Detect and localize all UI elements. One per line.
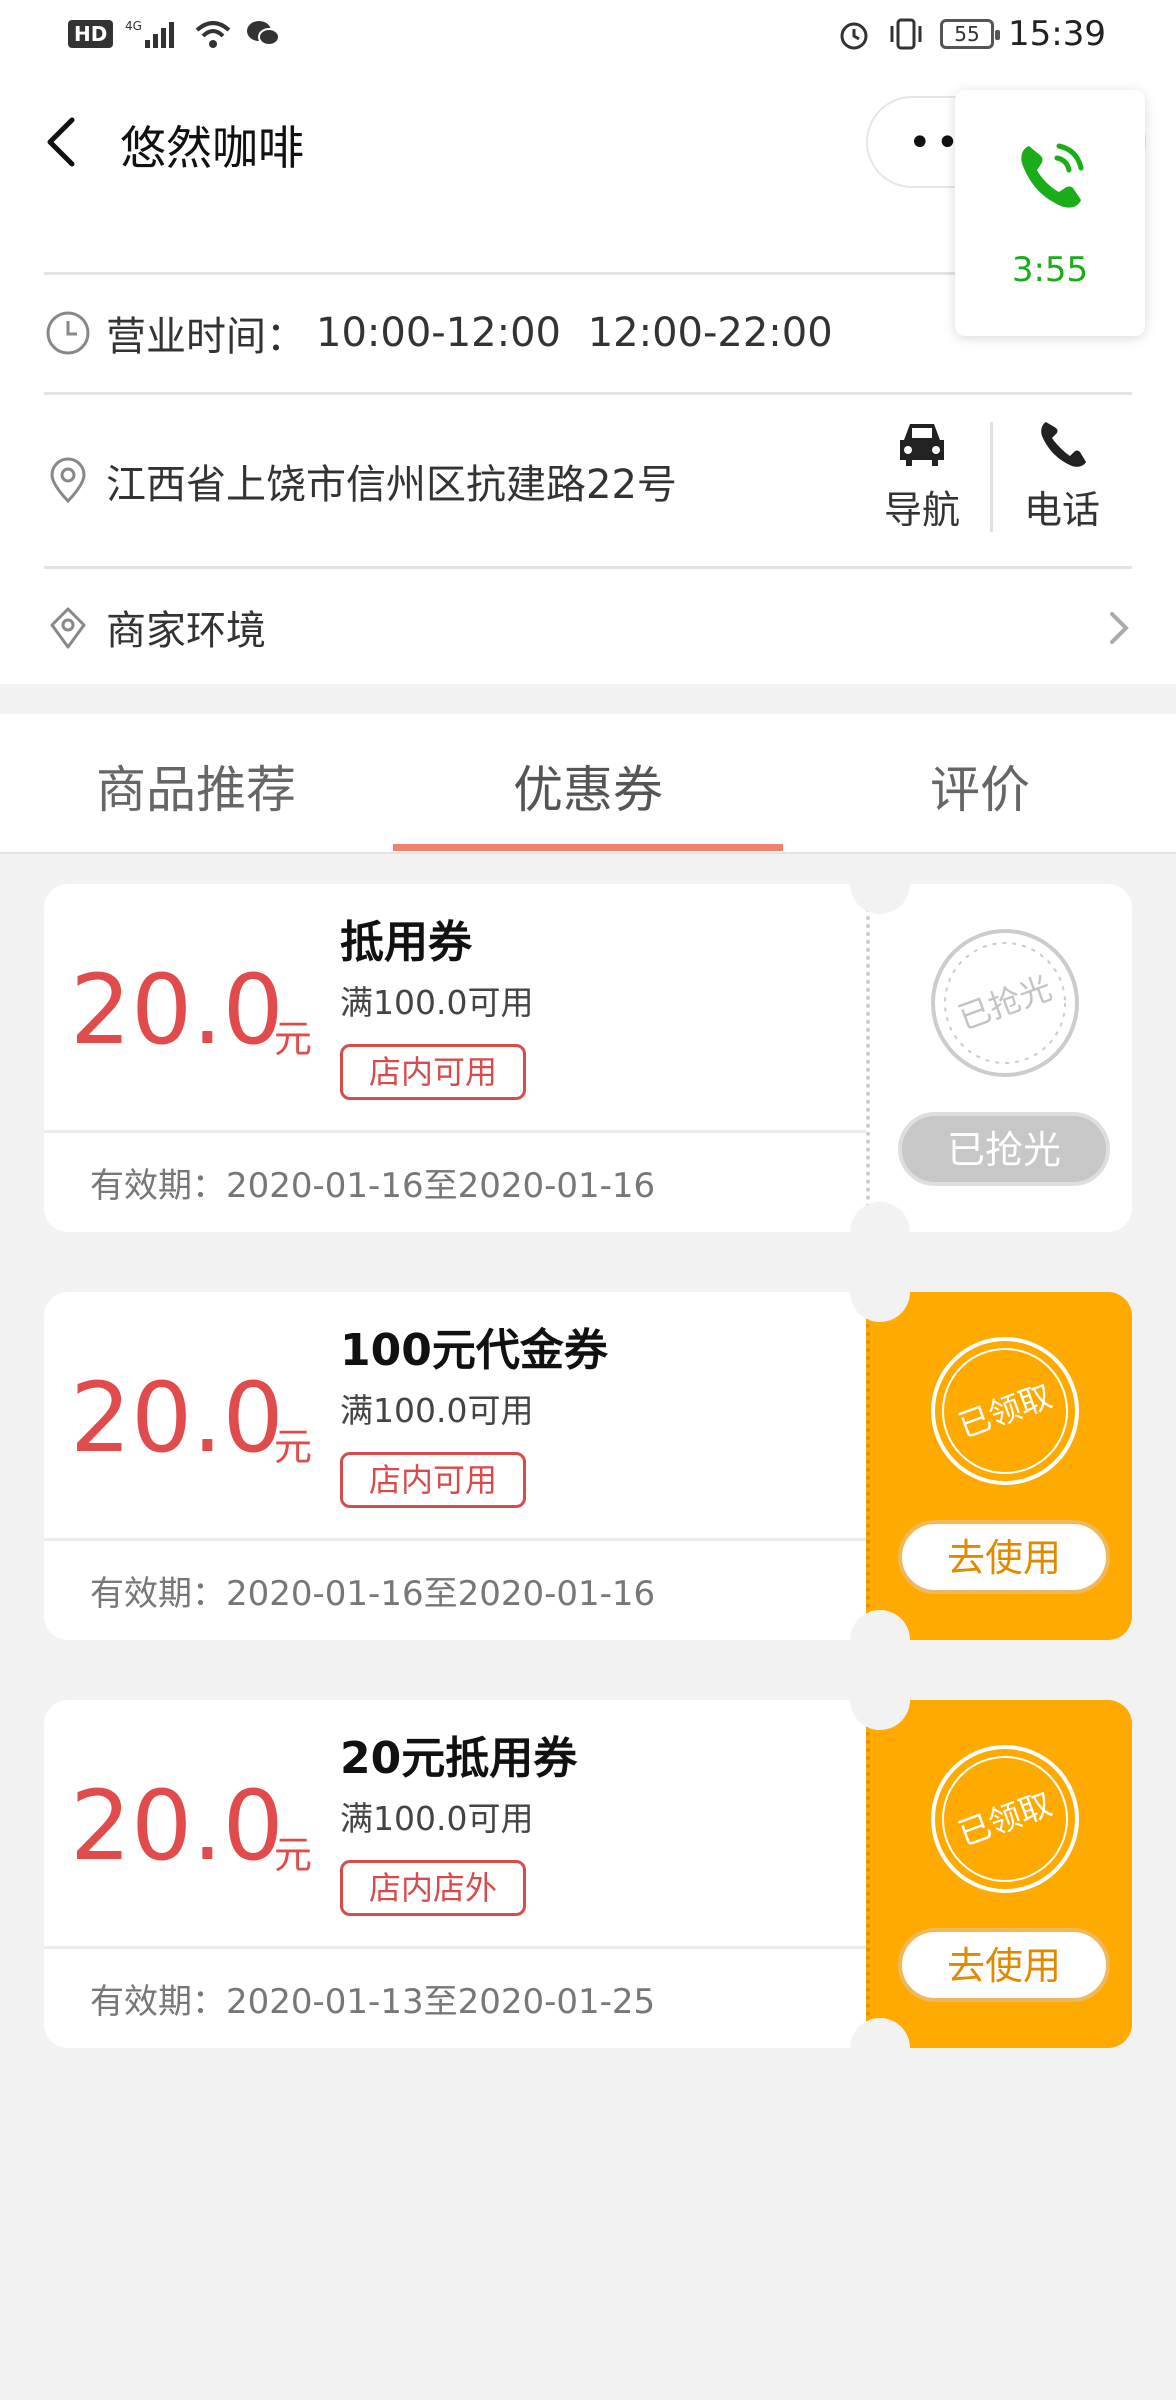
clock: 15:39 xyxy=(1008,14,1106,54)
navigate-label: 导航 xyxy=(883,488,960,532)
signal-icon: 4G xyxy=(125,19,175,48)
car-icon xyxy=(900,424,944,466)
coupon-amount: 20.0 xyxy=(70,1770,284,1882)
business-hours-row: 营业时间： 10:00-12:00 12:00-22:00 xyxy=(44,304,833,362)
chevron-right-icon[interactable] xyxy=(1104,608,1134,648)
svg-text:4G: 4G xyxy=(125,19,142,33)
environment-row[interactable]: 商家环境 xyxy=(44,598,266,656)
coupon-name: 20元抵用券 xyxy=(340,1733,578,1784)
status-bar: HD 4G 55 15:39 xyxy=(0,0,1176,72)
environment-label: 商家环境 xyxy=(106,608,266,654)
chevron-left-icon xyxy=(47,117,75,167)
navigate-button[interactable]: 导航 xyxy=(876,418,968,534)
address-text: 江西省上饶市信州区抗建路22号 xyxy=(106,462,677,508)
divider xyxy=(44,1130,866,1133)
call-float-widget[interactable]: 3:55 xyxy=(955,90,1145,336)
clock-icon xyxy=(46,311,90,355)
coupon-unit: 元 xyxy=(274,1833,313,1877)
ticket-notch xyxy=(850,1202,910,1262)
hd-badge: HD xyxy=(68,20,114,48)
coupon-action-panel: 已抢光 已抢光 xyxy=(866,884,1132,1232)
call-duration: 3:55 xyxy=(1011,250,1089,290)
alarm-icon xyxy=(840,22,868,50)
coupon-name: 100元代金券 xyxy=(340,1325,608,1376)
coupon-amount: 20.0 xyxy=(70,1362,284,1474)
phone-call-icon xyxy=(1021,143,1084,208)
svg-text:已抢光: 已抢光 xyxy=(953,969,1056,1038)
address-row[interactable]: 江西省上饶市信州区抗建路22号 xyxy=(44,452,677,510)
coupon-unit: 元 xyxy=(274,1017,313,1061)
divider xyxy=(44,392,1132,395)
action-separator xyxy=(990,422,993,532)
coupon-condition: 满100.0可用 xyxy=(340,1391,534,1430)
svg-text:已领取: 已领取 xyxy=(953,1785,1056,1854)
back-button[interactable] xyxy=(38,112,88,172)
ticket-notch xyxy=(850,1670,910,1730)
wifi-icon xyxy=(196,21,231,48)
claimed-stamp-icon: 已领取 xyxy=(931,1745,1079,1893)
use-coupon-button[interactable]: 去使用 xyxy=(898,1520,1110,1594)
coupon-body: 20.0 元 抵用券 满100.0可用 店内可用 有效期：2020-01-16至… xyxy=(44,884,866,1232)
status-right: 55 15:39 xyxy=(836,14,1106,54)
hours-label: 营业时间： xyxy=(106,314,306,360)
svg-text:已领取: 已领取 xyxy=(953,1377,1056,1446)
coupon-amount: 20.0 xyxy=(70,954,284,1066)
coupon-action-panel: 已领取 去使用 xyxy=(866,1700,1132,2048)
use-coupon-button[interactable]: 去使用 xyxy=(898,1928,1110,2002)
coupon-action-panel: 已领取 去使用 xyxy=(866,1292,1132,1640)
sold-out-button[interactable]: 已抢光 xyxy=(898,1112,1110,1186)
ticket-notch xyxy=(850,2018,910,2078)
call-label: 电话 xyxy=(1023,488,1100,532)
coupon-validity: 有效期：2020-01-13至2020-01-25 xyxy=(90,1982,656,2022)
sold-out-stamp-icon: 已抢光 xyxy=(931,929,1079,1077)
location-pin-icon xyxy=(50,457,86,504)
hours-value: 10:00-12:00 12:00-22:00 xyxy=(316,310,833,356)
call-button[interactable]: 电话 xyxy=(1016,418,1108,534)
claimed-stamp-icon: 已领取 xyxy=(931,1337,1079,1485)
divider xyxy=(44,1538,866,1541)
coupon-unit: 元 xyxy=(274,1425,313,1469)
coupon-condition: 满100.0可用 xyxy=(340,983,534,1022)
divider xyxy=(44,1946,866,1949)
coupon-body: 20.0 元 20元抵用券 满100.0可用 店内店外 有效期：2020-01-… xyxy=(44,1700,866,2048)
coupon-card: 20.0 元 20元抵用券 满100.0可用 店内店外 有效期：2020-01-… xyxy=(44,1670,1132,2078)
ticket-notch xyxy=(850,1610,910,1670)
tab-reviews[interactable]: 评价 xyxy=(784,750,1176,822)
coupon-name: 抵用券 xyxy=(340,917,472,968)
status-left: HD 4G xyxy=(68,18,281,50)
coupon-card: 20.0 元 抵用券 满100.0可用 店内可用 有效期：2020-01-16至… xyxy=(44,854,1132,1262)
coupon-scope-tag: 店内可用 xyxy=(340,1044,527,1100)
coupon-card: 20.0 元 100元代金券 满100.0可用 店内可用 有效期：2020-01… xyxy=(44,1262,1132,1670)
tab-coupons[interactable]: 优惠券 xyxy=(392,750,784,822)
battery-indicator: 55 xyxy=(940,19,1001,49)
phone-icon xyxy=(1041,422,1086,467)
coupon-body: 20.0 元 100元代金券 满100.0可用 店内可用 有效期：2020-01… xyxy=(44,1292,866,1640)
wechat-icon xyxy=(247,21,281,46)
active-tab-indicator xyxy=(393,844,783,851)
divider xyxy=(44,566,1132,569)
coupon-scope-tag: 店内可用 xyxy=(340,1452,527,1508)
location-outline-icon xyxy=(50,607,86,649)
vibrate-icon xyxy=(890,18,922,50)
ticket-notch xyxy=(850,854,910,914)
coupon-condition: 满100.0可用 xyxy=(340,1799,534,1838)
tab-bar: 商品推荐 优惠券 评价 xyxy=(0,714,1176,854)
coupon-validity: 有效期：2020-01-16至2020-01-16 xyxy=(90,1166,656,1206)
ticket-notch xyxy=(850,1262,910,1322)
page-title: 悠然咖啡 xyxy=(120,121,304,175)
coupon-validity: 有效期：2020-01-16至2020-01-16 xyxy=(90,1574,656,1614)
tab-products[interactable]: 商品推荐 xyxy=(0,750,392,822)
coupon-scope-tag: 店内店外 xyxy=(340,1860,527,1916)
